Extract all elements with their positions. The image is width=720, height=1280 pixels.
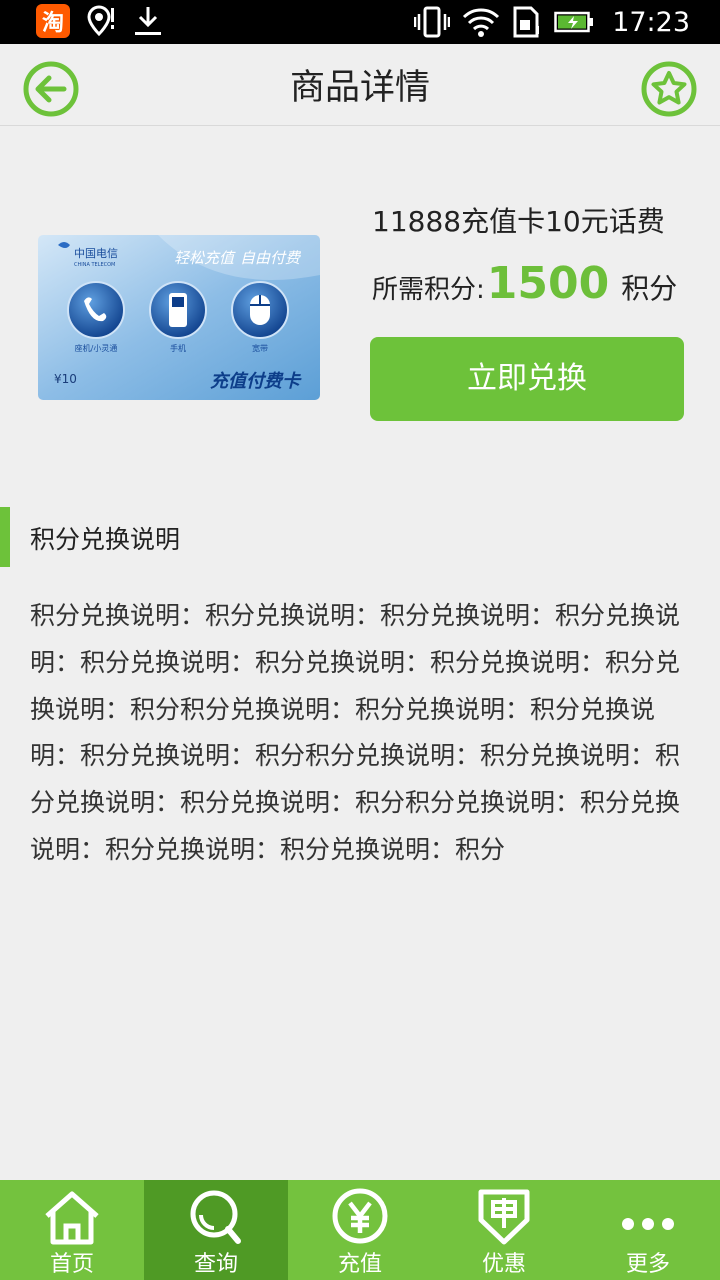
product-image: 中国电信 CHINA TELECOM 轻松充值 自由付费 座机/小灵通 手机 宽… (38, 235, 320, 400)
nav-label-recharge: 充值 (337, 1252, 382, 1277)
favorite-star-icon[interactable] (640, 60, 698, 118)
points-value: 1500 (486, 258, 610, 309)
header-bar: 商品详情 (0, 44, 720, 126)
card-brand-en: CHINA TELECOM (74, 262, 115, 268)
points-label: 所需积分: (372, 275, 485, 305)
search-icon (190, 1190, 241, 1244)
points-unit: 积分 (621, 272, 678, 305)
nav-item-home[interactable]: 首页 (0, 1180, 144, 1280)
card-value: ¥10 (54, 372, 77, 386)
more-dots-icon (622, 1218, 674, 1230)
card-label-mobile: 手机 (170, 343, 186, 353)
bottom-nav: 首页 查询 充值 优惠 更多 (0, 1180, 720, 1280)
status-bar: 淘 17:23 (0, 0, 720, 44)
discount-tag-icon (478, 1189, 530, 1245)
status-time: 17:23 (612, 6, 690, 38)
card-brand: 中国电信 (74, 247, 118, 260)
battery-icon (554, 11, 594, 33)
card-label-landline: 座机/小灵通 (75, 343, 118, 353)
wifi-icon (463, 8, 500, 37)
nav-item-discount[interactable]: 优惠 (432, 1180, 576, 1280)
product-name: 11888充值卡10元话费 (372, 205, 665, 238)
card-label-broadband: 宽带 (252, 343, 268, 353)
description-text: 积分兑换说明：积分兑换说明：积分兑换说明：积分兑换说明：积分兑换说明：积分兑换说… (30, 601, 681, 864)
nav-label-more: 更多 (625, 1252, 670, 1277)
home-icon (45, 1191, 99, 1245)
redeem-now-button[interactable]: 立即兑换 (370, 337, 684, 421)
nav-item-search[interactable]: 查询 (144, 1180, 288, 1280)
card-slogan-2: 自由付费 (240, 249, 302, 267)
location-icon (87, 5, 114, 37)
vibrate-icon (414, 6, 451, 38)
card-slogan-1: 轻松充值 (174, 249, 236, 267)
nav-label-home: 首页 (49, 1252, 94, 1277)
download-icon (135, 7, 161, 35)
sim-card-icon (513, 6, 540, 38)
nav-label-search: 查询 (193, 1252, 238, 1277)
nav-label-discount: 优惠 (481, 1252, 526, 1277)
page-title: 商品详情 (289, 68, 430, 108)
nav-item-more[interactable]: 更多 (576, 1180, 720, 1280)
card-name: 充值付费卡 (210, 371, 302, 392)
section-title: 积分兑换说明 (30, 525, 181, 554)
nav-item-recharge[interactable]: 充值 (288, 1180, 432, 1280)
yuan-icon (332, 1188, 388, 1244)
section-accent-bar (0, 507, 10, 567)
points-row: 所需积分: 1500 积分 (372, 258, 677, 309)
taobao-app-icon: 淘 (36, 4, 70, 38)
recharge-card-image: 中国电信 CHINA TELECOM 轻松充值 自由付费 座机/小灵通 手机 宽… (38, 235, 320, 400)
